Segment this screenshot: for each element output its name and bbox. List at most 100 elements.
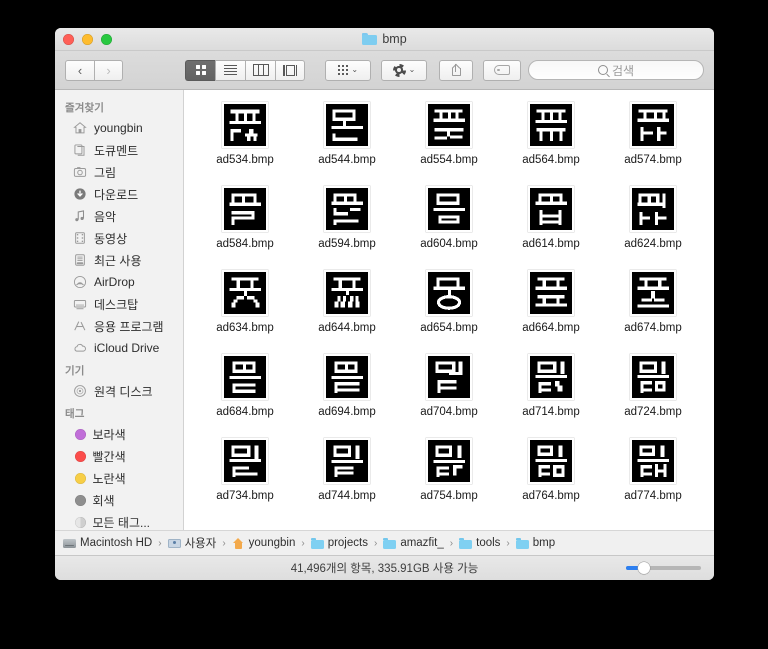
breadcrumb-macintosh-hd[interactable]: Macintosh HD — [63, 537, 152, 549]
file-item[interactable]: ad674.bmp — [602, 270, 704, 334]
gallery-view-button[interactable] — [275, 59, 305, 81]
file-name: ad654.bmp — [420, 322, 478, 334]
home-icon — [73, 122, 87, 134]
sidebar-item-label: 음악 — [94, 209, 117, 224]
file-item[interactable]: ad564.bmp — [500, 102, 602, 166]
file-item[interactable]: ad774.bmp — [602, 438, 704, 502]
file-item[interactable]: ad644.bmp — [296, 270, 398, 334]
file-item[interactable]: ad654.bmp — [398, 270, 500, 334]
sidebar-item-movies[interactable]: 동영상 — [55, 227, 183, 249]
sidebar-tag-gray[interactable]: 회색 — [55, 489, 183, 511]
file-item[interactable]: ad604.bmp — [398, 186, 500, 250]
sidebar-tag-yellow[interactable]: 노란색 — [55, 467, 183, 489]
sidebar-item-desktop[interactable]: 데스크탑 — [55, 293, 183, 315]
file-item[interactable]: ad574.bmp — [602, 102, 704, 166]
sidebar-item-music[interactable]: 음악 — [55, 205, 183, 227]
breadcrumb-label: Macintosh HD — [80, 537, 153, 549]
edit-tags-button[interactable] — [483, 59, 521, 81]
arrange-button[interactable]: ⌄ — [325, 59, 371, 81]
sidebar-item-label: AirDrop — [94, 275, 135, 289]
share-button[interactable] — [439, 59, 473, 81]
sidebar-item-airdrop[interactable]: AirDrop — [55, 271, 183, 293]
search-field[interactable]: 검색 — [528, 60, 704, 80]
file-name: ad674.bmp — [624, 322, 682, 334]
file-name: ad614.bmp — [522, 238, 580, 250]
breadcrumb-separator: › — [373, 537, 378, 549]
forward-button[interactable]: › — [94, 59, 123, 81]
breadcrumb-label: 사용자 — [184, 538, 217, 550]
file-item[interactable]: ad724.bmp — [602, 354, 704, 418]
action-menu-button[interactable]: ⌄ — [381, 59, 427, 81]
folder-icon — [310, 537, 324, 549]
file-item[interactable]: ad734.bmp — [194, 438, 296, 502]
sidebar-item-label: 빨간색 — [92, 449, 126, 464]
documents-icon — [74, 144, 85, 156]
breadcrumb-users[interactable]: 사용자 — [167, 535, 217, 551]
file-item[interactable]: ad744.bmp — [296, 438, 398, 502]
file-thumbnail — [222, 270, 268, 316]
file-grid-area[interactable]: ad534.bmp ad544.bmp ad554.bmp ad564.bmp … — [184, 90, 714, 530]
file-item[interactable]: ad764.bmp — [500, 438, 602, 502]
file-thumbnail — [222, 102, 268, 148]
column-view-button[interactable] — [245, 59, 275, 81]
breadcrumb-bmp[interactable]: bmp — [515, 537, 555, 549]
sidebar-tag-red[interactable]: 빨간색 — [55, 445, 183, 467]
file-name: ad714.bmp — [522, 406, 580, 418]
sidebar-item-remote-disc[interactable]: 원격 디스크 — [55, 380, 183, 402]
file-name: ad774.bmp — [624, 490, 682, 502]
file-name: ad754.bmp — [420, 490, 478, 502]
file-item[interactable]: ad704.bmp — [398, 354, 500, 418]
sidebar-tag-purple[interactable]: 보라색 — [55, 423, 183, 445]
sidebar-item-icloud-drive[interactable]: iCloud Drive — [55, 337, 183, 359]
sidebar-item-label: 노란색 — [92, 471, 126, 486]
sidebar-all-tags[interactable]: 모든 태그... — [55, 511, 183, 530]
file-item[interactable]: ad534.bmp — [194, 102, 296, 166]
sidebar-item-applications[interactable]: 응용 프로그램 — [55, 315, 183, 337]
file-item[interactable]: ad624.bmp — [602, 186, 704, 250]
file-name: ad604.bmp — [420, 238, 478, 250]
file-item[interactable]: ad634.bmp — [194, 270, 296, 334]
file-item[interactable]: ad614.bmp — [500, 186, 602, 250]
breadcrumb-amazfit[interactable]: amazfit_ — [383, 537, 444, 549]
sidebar-item-recents[interactable]: 최근 사용 — [55, 249, 183, 271]
icon-size-slider[interactable] — [626, 562, 701, 574]
sidebar-item-downloads[interactable]: 다운로드 — [55, 183, 183, 205]
file-item[interactable]: ad684.bmp — [194, 354, 296, 418]
file-item[interactable]: ad544.bmp — [296, 102, 398, 166]
file-name: ad534.bmp — [216, 154, 274, 166]
sidebar-item-label: 그림 — [94, 165, 117, 180]
breadcrumb-youngbin[interactable]: youngbin — [232, 537, 295, 549]
file-thumbnail — [324, 438, 370, 484]
all-tags-icon — [74, 516, 86, 528]
breadcrumb-tools[interactable]: tools — [459, 537, 500, 549]
list-view-button[interactable] — [215, 59, 245, 81]
file-item[interactable]: ad714.bmp — [500, 354, 602, 418]
file-item[interactable]: ad664.bmp — [500, 270, 602, 334]
file-item[interactable]: ad584.bmp — [194, 186, 296, 250]
sidebar-item-label: 도큐멘트 — [94, 143, 139, 158]
sidebar-item-label: 다운로드 — [94, 187, 139, 202]
sidebar-item-pictures[interactable]: 그림 — [55, 161, 183, 183]
status-text: 41,496개의 항목, 335.91GB 사용 가능 — [290, 563, 479, 575]
file-name: ad554.bmp — [420, 154, 478, 166]
title-bar[interactable]: bmp — [55, 28, 714, 51]
sidebar-item-documents[interactable]: 도큐멘트 — [55, 139, 183, 161]
back-button[interactable]: ‹ — [65, 59, 94, 81]
home-folder-icon — [232, 537, 245, 549]
file-thumbnail — [222, 186, 268, 232]
icon-view-button[interactable] — [185, 59, 215, 81]
file-item[interactable]: ad554.bmp — [398, 102, 500, 166]
sidebar-item-youngbin[interactable]: youngbin — [55, 117, 183, 139]
search-placeholder: 검색 — [611, 63, 635, 78]
window-body: 즐겨찾기 youngbin 도큐멘트 그림 다운로드 음악 동영상 최근 사용 … — [55, 90, 714, 530]
breadcrumb-projects[interactable]: projects — [310, 537, 368, 549]
file-item[interactable]: ad754.bmp — [398, 438, 500, 502]
file-item[interactable]: ad594.bmp — [296, 186, 398, 250]
view-mode-group — [185, 59, 305, 81]
tag-icon — [494, 65, 510, 75]
arrange-icon — [337, 64, 349, 76]
file-thumbnail — [324, 270, 370, 316]
slider-knob[interactable] — [638, 562, 650, 574]
file-item[interactable]: ad694.bmp — [296, 354, 398, 418]
file-grid: ad534.bmp ad544.bmp ad554.bmp ad564.bmp … — [184, 102, 714, 502]
